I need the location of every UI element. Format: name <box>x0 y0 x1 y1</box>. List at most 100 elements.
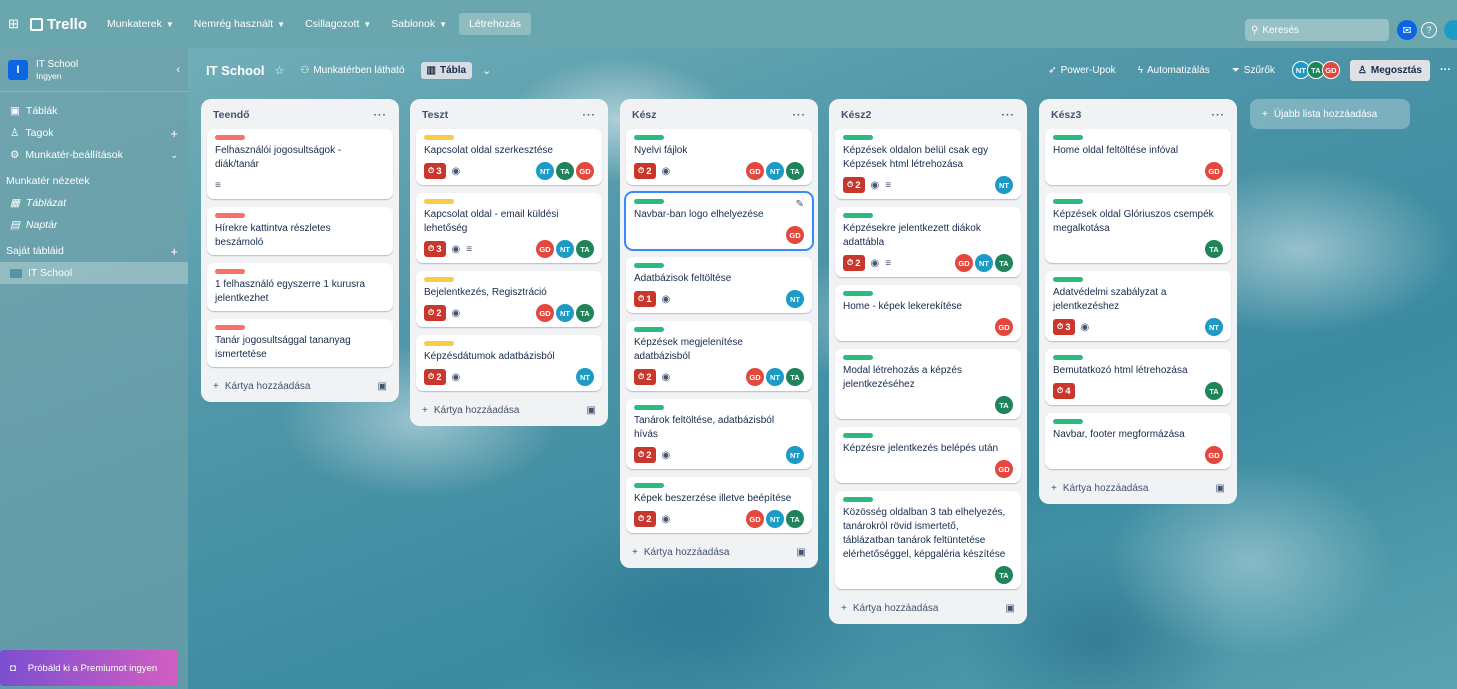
member-avatar[interactable]: GD <box>536 240 554 258</box>
card-label[interactable] <box>215 325 245 330</box>
member-avatar[interactable]: TA <box>786 510 804 528</box>
add-card-button[interactable]: + Kártya hozzáadása ▣ <box>207 375 393 394</box>
trello-logo[interactable]: Trello <box>30 16 87 33</box>
list-header[interactable]: Kész2 ··· <box>835 105 1021 129</box>
list-title[interactable]: Teendő <box>213 109 250 121</box>
member-avatar[interactable]: TA <box>576 304 594 322</box>
card-label[interactable] <box>634 199 664 204</box>
member-avatar[interactable]: NT <box>766 162 784 180</box>
automation-button[interactable]: ϟ Automatizálás <box>1132 62 1216 79</box>
sidebar-item-calendar[interactable]: ▤ Naptár <box>0 214 188 236</box>
filter-button[interactable]: ⏷ Szűrők <box>1226 62 1281 79</box>
member-avatar[interactable]: GD <box>746 162 764 180</box>
card-label[interactable] <box>215 135 245 140</box>
list-title[interactable]: Kész3 <box>1051 109 1081 121</box>
list-title[interactable]: Kész <box>632 109 657 121</box>
app-switcher-icon[interactable]: ⊞ <box>8 16 26 32</box>
more-options-icon[interactable]: ··· <box>374 109 388 121</box>
template-icon[interactable]: ▣ <box>378 381 387 392</box>
card[interactable]: Közösség oldalban 3 tab elhelyezés, taná… <box>835 491 1021 589</box>
chevron-down-icon[interactable]: ⌄ <box>482 64 491 77</box>
more-options-icon[interactable]: ··· <box>583 109 597 121</box>
card-label[interactable] <box>1053 419 1083 424</box>
card[interactable]: ✎ Navbar-ban logo elhelyezése GD <box>624 191 814 251</box>
nav-recent[interactable]: Nemrég használt ▼ <box>186 14 293 34</box>
card-label[interactable] <box>634 135 664 140</box>
card[interactable]: Nyelvi fájlok ⏱ 2 ◉ GD NT TA <box>626 129 812 185</box>
member-avatar[interactable]: NT <box>556 304 574 322</box>
member-avatar[interactable]: NT <box>556 240 574 258</box>
card[interactable]: 1 felhasználó egyszerre 1 kurusra jelent… <box>207 263 393 311</box>
member-avatar[interactable]: NT <box>995 176 1013 194</box>
card-label[interactable] <box>1053 135 1083 140</box>
card[interactable]: Kapcsolat oldal - email küldési lehetősé… <box>416 193 602 263</box>
member-avatar[interactable]: GD <box>536 304 554 322</box>
list-title[interactable]: Kész2 <box>841 109 871 121</box>
member-avatar[interactable]: TA <box>1205 240 1223 258</box>
sidebar-item-boards[interactable]: ▣ Táblák <box>0 100 188 122</box>
card-label[interactable] <box>424 341 454 346</box>
card-label[interactable] <box>424 199 454 204</box>
card[interactable]: Képzések megjelenítése adatbázisból ⏱ 2 ◉ GD… <box>626 321 812 391</box>
member-avatar[interactable]: NT <box>766 510 784 528</box>
list-header[interactable]: Teendő ··· <box>207 105 393 129</box>
sidebar-item-members[interactable]: ♙ Tagok + <box>0 122 188 144</box>
member-avatar[interactable]: GD <box>1205 446 1223 464</box>
card[interactable]: Bemutatkozó html létrehozása ⏱ 4 TA <box>1045 349 1231 405</box>
member-avatar[interactable]: GD <box>786 226 804 244</box>
card-label[interactable] <box>843 135 873 140</box>
view-board-button[interactable]: ▥ Tábla <box>420 61 473 79</box>
member-avatar[interactable]: GD <box>995 318 1013 336</box>
nav-templates[interactable]: Sablonok ▼ <box>383 14 455 34</box>
card-label[interactable] <box>634 483 664 488</box>
member-avatar[interactable]: TA <box>786 368 804 386</box>
more-options-icon[interactable]: ··· <box>1002 109 1016 121</box>
more-options-icon[interactable]: ··· <box>1440 64 1451 76</box>
plus-icon[interactable]: + <box>170 126 178 141</box>
member-avatar[interactable]: NT <box>1205 318 1223 336</box>
member-avatar[interactable]: TA <box>1205 382 1223 400</box>
member-avatar[interactable]: GD <box>746 510 764 528</box>
card-label[interactable] <box>634 405 664 410</box>
member-avatar[interactable]: GD <box>1205 162 1223 180</box>
card[interactable]: Home oldal feltöltése infóval GD <box>1045 129 1231 185</box>
member-avatar[interactable]: TA <box>995 566 1013 584</box>
card-label[interactable] <box>843 355 873 360</box>
collapse-sidebar-icon[interactable]: ‹ <box>176 64 180 76</box>
card[interactable]: Bejelentkezés, Regisztráció ⏱ 2 ◉ GD NT TA <box>416 271 602 327</box>
card[interactable]: Felhasználói jogosultságok - diák/tanár ≡ <box>207 129 393 199</box>
card-label[interactable] <box>1053 277 1083 282</box>
card[interactable]: Tanár jogosultsággal tananyag ismertetés… <box>207 319 393 367</box>
pencil-icon[interactable]: ✎ <box>796 199 804 210</box>
card[interactable]: Képzések oldalon belül csak egy Képzések… <box>835 129 1021 199</box>
card-label[interactable] <box>843 433 873 438</box>
card[interactable]: Tanárok feltöltése, adatbázisból hívás ⏱ 2… <box>626 399 812 469</box>
member-avatar[interactable]: TA <box>556 162 574 180</box>
card[interactable]: Hírekre kattintva részletes beszámoló <box>207 207 393 255</box>
card-label[interactable] <box>215 269 245 274</box>
card-label[interactable] <box>843 213 873 218</box>
card-label[interactable] <box>424 135 454 140</box>
member-avatar[interactable]: GD <box>1321 61 1340 79</box>
card[interactable]: Képek beszerzése illetve beépítése ⏱ 2 ◉ GD N… <box>626 477 812 533</box>
help-icon[interactable]: ? <box>1421 22 1437 38</box>
member-avatar[interactable]: NT <box>766 368 784 386</box>
member-avatar[interactable]: TA <box>995 254 1013 272</box>
member-avatar[interactable]: TA <box>576 240 594 258</box>
visibility-button[interactable]: ⚇ Munkatérben látható <box>294 62 410 79</box>
add-card-button[interactable]: + Kártya hozzáadása ▣ <box>835 597 1021 616</box>
more-options-icon[interactable]: ··· <box>793 109 807 121</box>
add-list-button[interactable]: + Újabb lista hozzáadása <box>1250 99 1410 129</box>
card[interactable]: Adatbázisok feltöltése ⏱ 1 ◉ NT <box>626 257 812 313</box>
member-avatar[interactable]: GD <box>746 368 764 386</box>
create-button[interactable]: Létrehozás <box>459 13 531 35</box>
add-card-button[interactable]: + Kártya hozzáadása ▣ <box>416 399 602 418</box>
member-avatar[interactable]: NT <box>786 446 804 464</box>
card[interactable]: Képzések oldal Glóriuszos csempék megalk… <box>1045 193 1231 263</box>
member-avatar[interactable]: NT <box>536 162 554 180</box>
card-label[interactable] <box>1053 355 1083 360</box>
template-icon[interactable]: ▣ <box>797 547 806 558</box>
list-header[interactable]: Teszt ··· <box>416 105 602 129</box>
sidebar-item-table[interactable]: ▦ Táblázat <box>0 192 188 214</box>
star-icon[interactable]: ☆ <box>275 64 285 77</box>
